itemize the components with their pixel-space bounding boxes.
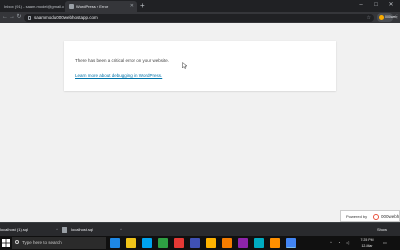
extension-button[interactable]: 000web [377, 13, 397, 22]
address-bar[interactable]: saammodu000webhostapp.com ☆ [24, 14, 374, 22]
search-placeholder: Type here to search [22, 240, 62, 245]
windows-taskbar: Type here to search ^ ◔ ◁ 7:25 PM 12-Mar… [0, 236, 400, 250]
tab-wordpress-error[interactable]: WordPress › Error ✕ [65, 1, 137, 12]
learn-more-link[interactable]: Learn more about debugging in WordPress. [75, 73, 162, 78]
show-all-downloads-button[interactable]: Show [377, 225, 387, 235]
download-file-name: localhost (1).sql [0, 227, 29, 232]
new-tab-button[interactable]: + [140, 0, 145, 11]
browser-menu-icon[interactable]: ⋮ [394, 12, 400, 23]
page-viewport: There has been a critical error on your … [0, 23, 400, 222]
chevron-up-icon[interactable]: ^ [120, 225, 122, 235]
notifications-icon[interactable]: ▭ [383, 236, 387, 250]
pinned-app-icon[interactable] [222, 238, 232, 248]
000webhost-logo-icon [373, 214, 379, 220]
minimize-button[interactable]: – [354, 0, 368, 12]
pinned-app-icon[interactable] [158, 238, 168, 248]
error-card: There has been a critical error on your … [64, 41, 336, 91]
pinned-app-icon[interactable] [174, 238, 184, 248]
close-tab-icon[interactable]: ✕ [130, 1, 134, 12]
pinned-app-icon[interactable] [190, 238, 200, 248]
hosting-badge[interactable]: Powered by 000webh [340, 210, 400, 222]
download-item-localhost[interactable]: localhost.sql ^ [62, 225, 122, 235]
tab-strip: Inbox (91) - saam.model@gmail.c WordPres… [0, 0, 400, 12]
pinned-app-icon[interactable] [270, 238, 280, 248]
taskbar-search-input[interactable]: Type here to search [12, 237, 106, 249]
close-window-button[interactable]: ✕ [384, 0, 398, 12]
extension-icon [379, 15, 384, 20]
wordpress-favicon-icon [69, 4, 74, 9]
download-file-name: localhost.sql [71, 227, 94, 232]
browser-toolbar: ← → ↻ saammodu000webhostapp.com ☆ 000web… [0, 12, 400, 23]
chevron-up-icon[interactable]: ^ [56, 225, 58, 235]
pinned-app-icon[interactable] [238, 238, 248, 248]
reload-icon[interactable]: ↻ [15, 12, 23, 23]
pinned-app-icon[interactable] [142, 238, 152, 248]
clock-date: 12-Mar [361, 244, 373, 248]
downloads-shelf: localhost (1).sql ^ localhost.sql ^ Show [0, 222, 400, 236]
tab-gmail[interactable]: Inbox (91) - saam.model@gmail.c [0, 1, 65, 12]
maximize-button[interactable]: □ [369, 0, 383, 12]
pinned-app-icon[interactable] [286, 238, 296, 248]
tray-chevron-icon[interactable]: ^ [330, 236, 332, 250]
pinned-app-icon[interactable] [206, 238, 216, 248]
download-item-localhost-1[interactable]: localhost (1).sql ^ [0, 225, 58, 235]
mouse-cursor-icon [182, 62, 187, 69]
pinned-app-icon[interactable] [254, 238, 264, 248]
pinned-app-icon[interactable] [110, 238, 120, 248]
pinned-app-icon[interactable] [126, 238, 136, 248]
file-icon [62, 226, 67, 233]
tab-wordpress-label: WordPress › Error [76, 4, 109, 9]
search-icon [15, 240, 19, 244]
lock-icon [28, 16, 31, 20]
error-message: There has been a critical error on your … [75, 58, 170, 63]
volume-icon[interactable]: ◁ [346, 236, 349, 250]
windows-start-icon[interactable] [2, 239, 10, 247]
url-text: saammodu000webhostapp.com [34, 15, 98, 20]
network-icon[interactable]: ◔ [338, 236, 340, 250]
taskbar-clock[interactable]: 7:25 PM 12-Mar [356, 237, 378, 249]
bookmark-star-icon[interactable]: ☆ [367, 14, 371, 22]
tab-gmail-label: Inbox (91) - saam.model@gmail.c [4, 4, 65, 9]
